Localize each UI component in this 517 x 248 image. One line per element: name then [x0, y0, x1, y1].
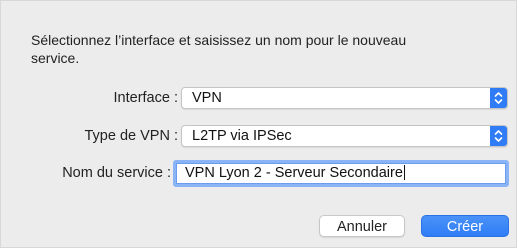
- create-button[interactable]: Créer: [421, 215, 509, 237]
- vpn-type-row: Type de VPN : L2TP via IPSec: [1, 123, 517, 149]
- interface-row: Interface : VPN: [1, 85, 517, 111]
- service-name-value: VPN Lyon 2 - Serveur Secondaire: [185, 165, 403, 181]
- dialog-prompt: Sélectionnez l’interface et saisissez un…: [31, 32, 407, 66]
- service-name-row: Nom du service : VPN Lyon 2 - Serveur Se…: [1, 160, 517, 187]
- vpn-type-popup[interactable]: L2TP via IPSec: [181, 125, 508, 147]
- service-name-field-border: VPN Lyon 2 - Serveur Secondaire: [176, 163, 506, 184]
- chevron-up-down-icon[interactable]: [490, 126, 507, 146]
- service-name-label: Nom du service :: [62, 165, 171, 181]
- interface-value: VPN: [192, 90, 222, 106]
- chevron-up-down-icon[interactable]: [490, 88, 507, 108]
- interface-popup[interactable]: VPN: [181, 87, 508, 109]
- cancel-button[interactable]: Annuler: [319, 215, 405, 237]
- vpn-type-value: L2TP via IPSec: [192, 128, 292, 144]
- service-name-input-text: VPN Lyon 2 - Serveur Secondaire: [185, 164, 405, 183]
- vpn-type-label: Type de VPN :: [84, 128, 179, 144]
- interface-label: Interface :: [113, 90, 178, 106]
- text-caret: [403, 165, 405, 180]
- new-service-dialog: Sélectionnez l’interface et saisissez un…: [0, 0, 517, 248]
- service-name-field[interactable]: VPN Lyon 2 - Serveur Secondaire: [173, 160, 509, 187]
